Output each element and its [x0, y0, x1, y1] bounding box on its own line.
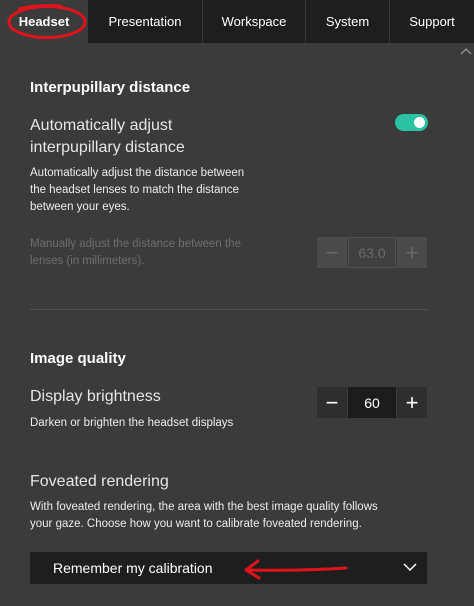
- foveated-desc-line2: your gaze. Choose how you want to calibr…: [30, 518, 362, 530]
- manual-ipd-description: Manually adjust the distance between the…: [30, 236, 241, 270]
- auto-ipd-toggle[interactable]: [395, 114, 428, 131]
- scrollbar[interactable]: [458, 43, 474, 606]
- tab-label: Presentation: [108, 14, 182, 29]
- foveated-desc-line1: With foveated rendering, the area with t…: [30, 501, 378, 513]
- tab-label: Headset: [18, 14, 70, 29]
- tab-label: System: [325, 14, 370, 29]
- auto-ipd-desc-line1: Automatically adjust the distance betwee…: [30, 167, 245, 179]
- tab-support[interactable]: Support: [389, 0, 474, 43]
- manual-ipd-desc-line2: lenses (in millimeters).: [30, 255, 145, 267]
- manual-ipd-stepper: − 63.0 +: [317, 237, 427, 268]
- brightness-decrease-button[interactable]: −: [317, 387, 347, 418]
- foveated-rendering-description: With foveated rendering, the area with t…: [30, 499, 378, 533]
- tab-headset[interactable]: Headset: [0, 0, 88, 43]
- calibration-dropdown[interactable]: Remember my calibration: [30, 552, 427, 584]
- brightness-value-field[interactable]: 60: [348, 387, 396, 418]
- auto-ipd-label-line2: interpupillary distance: [30, 139, 185, 156]
- auto-ipd-label-line1: Automatically adjust: [30, 117, 173, 134]
- tab-presentation[interactable]: Presentation: [88, 0, 202, 43]
- tab-system[interactable]: System: [305, 0, 389, 43]
- auto-ipd-desc-line2: the headset lenses to match the distance: [30, 184, 240, 196]
- ipd-value-field: 63.0: [348, 237, 396, 268]
- tab-label: Workspace: [221, 14, 287, 29]
- auto-ipd-desc-line3: between your eyes.: [30, 201, 130, 213]
- scroll-up-arrow-icon[interactable]: [460, 46, 472, 56]
- brightness-stepper: − 60 +: [317, 387, 427, 418]
- section-divider: [30, 309, 428, 310]
- section-title-image-quality: Image quality: [30, 350, 126, 367]
- calibration-dropdown-value: Remember my calibration: [53, 560, 213, 576]
- section-title-ipd: Interpupillary distance: [30, 79, 191, 96]
- tab-bar: Headset Presentation Workspace System Su…: [0, 0, 474, 43]
- toggle-knob: [414, 117, 425, 128]
- auto-ipd-label: Automatically adjust interpupillary dist…: [30, 115, 185, 159]
- tab-workspace[interactable]: Workspace: [202, 0, 305, 43]
- foveated-rendering-label: Foveated rendering: [30, 473, 169, 490]
- display-brightness-description: Darken or brighten the headset displays: [30, 417, 234, 429]
- manual-ipd-desc-line1: Manually adjust the distance between the: [30, 238, 241, 250]
- auto-ipd-description: Automatically adjust the distance betwee…: [30, 165, 244, 216]
- display-brightness-label: Display brightness: [30, 388, 161, 405]
- brightness-increase-button[interactable]: +: [397, 387, 427, 418]
- chevron-down-icon: [403, 563, 417, 572]
- ipd-decrease-button: −: [317, 237, 347, 268]
- tab-label: Support: [409, 14, 455, 29]
- ipd-increase-button: +: [397, 237, 427, 268]
